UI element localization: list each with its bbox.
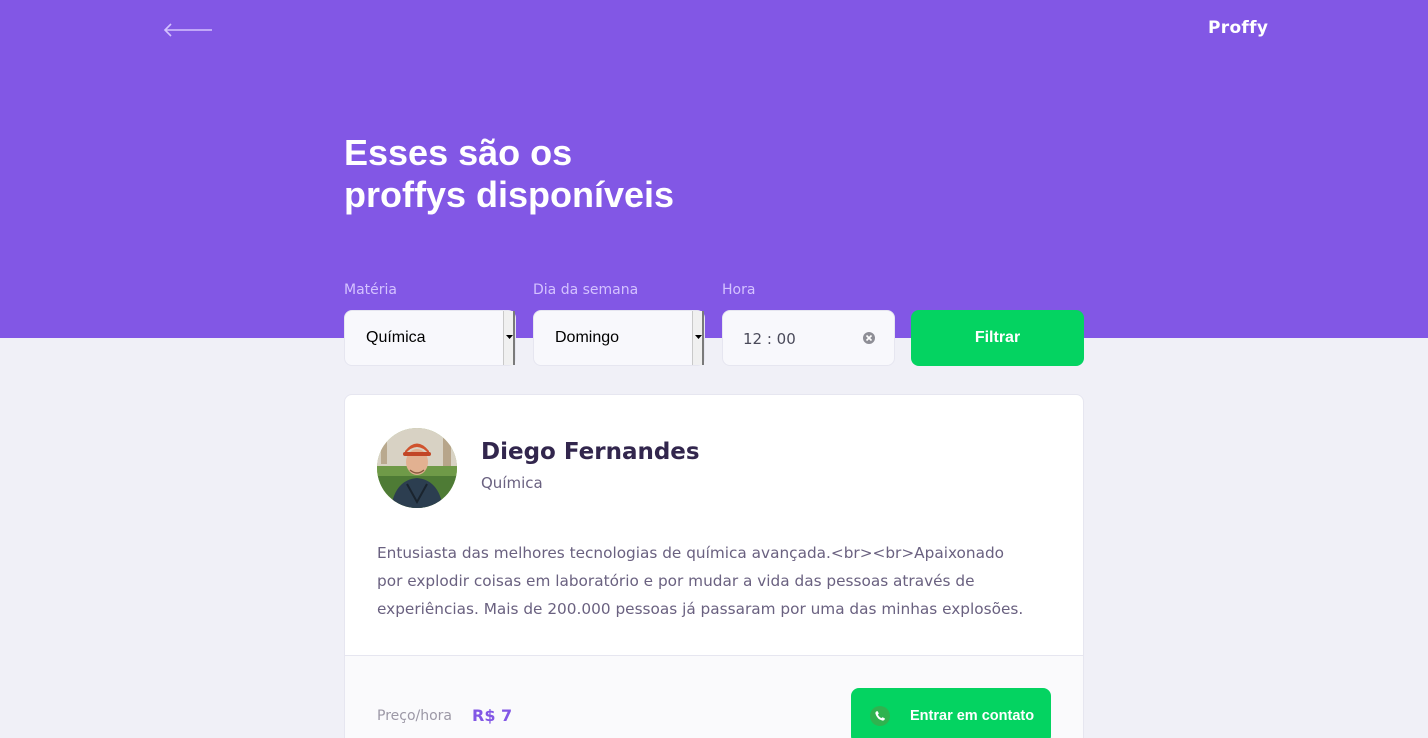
weekday-select[interactable]: Domingo	[533, 310, 705, 366]
time-input-value: 12 : 00	[743, 330, 796, 348]
teacher-bio-line-1: Entusiasta das melhores tecnologias de q…	[377, 544, 1005, 562]
subject-select[interactable]: Química	[344, 310, 516, 366]
subject-label: Matéria	[344, 282, 397, 298]
weekday-dropdown-arrow[interactable]	[692, 311, 704, 365]
teacher-bio-line-2: por explodir coisas em laboratório e por…	[377, 572, 975, 590]
whatsapp-icon	[870, 706, 890, 726]
page-title-line-2: proffys disponíveis	[344, 174, 675, 215]
filter-button[interactable]: Filtrar	[911, 310, 1084, 366]
teacher-bio: Entusiasta das melhores tecnologias de q…	[377, 539, 1057, 623]
price-value: R$ 7	[472, 706, 513, 725]
page-title: Esses são os proffys disponíveis	[344, 132, 764, 216]
teacher-card: Diego Fernandes Química Entusiasta das m…	[344, 394, 1084, 738]
time-input[interactable]: 12 : 00	[722, 310, 895, 366]
time-label: Hora	[722, 282, 756, 298]
weekday-select-value: Domingo	[555, 329, 620, 346]
clear-icon[interactable]	[862, 331, 876, 345]
weekday-label: Dia da semana	[533, 282, 639, 298]
back-button[interactable]	[162, 20, 216, 40]
contact-button[interactable]: Entrar em contato	[851, 688, 1051, 738]
subject-dropdown-arrow[interactable]	[503, 311, 515, 365]
contact-button-label: Entrar em contato	[910, 708, 1035, 724]
subject-select-value: Química	[366, 329, 426, 346]
price-label: Preço/hora	[377, 708, 453, 724]
caret-down-icon	[695, 335, 702, 339]
avatar	[377, 428, 457, 508]
teacher-bio-line-3: experiências. Mais de 200.000 pessoas já…	[377, 600, 1024, 618]
caret-down-icon	[506, 335, 513, 339]
page-header: Proffy Esses são os proffys disponíveis	[0, 0, 1428, 338]
page-title-line-1: Esses são os	[344, 132, 573, 173]
teacher-card-footer: Preço/hora R$ 7 Entrar em contato	[345, 655, 1083, 738]
teacher-name: Diego Fernandes	[481, 439, 700, 465]
teacher-subject: Química	[481, 474, 543, 492]
logo: Proffy	[1208, 18, 1269, 38]
arrow-left-icon	[163, 23, 212, 37]
